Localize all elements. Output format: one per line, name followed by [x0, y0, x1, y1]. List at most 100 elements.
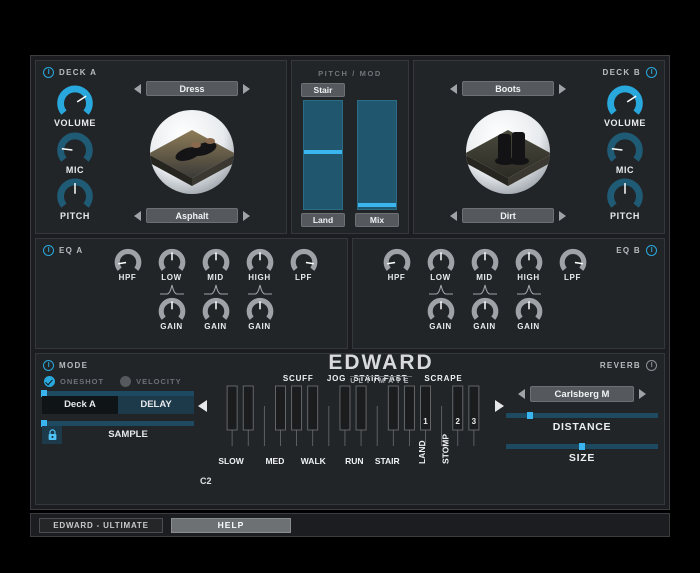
high-knob[interactable]: [245, 247, 275, 272]
oneshot-checkbox[interactable]: [44, 376, 55, 387]
stair-button[interactable]: Stair: [301, 83, 345, 97]
gain-knob[interactable]: [201, 296, 231, 321]
distance-label: DISTANCE: [552, 421, 612, 433]
land-button[interactable]: Land: [301, 213, 345, 227]
prev-surface-icon[interactable]: [450, 210, 457, 221]
gain-knob-label: GAIN: [517, 322, 540, 331]
deck-b-artwork[interactable]: [460, 104, 556, 200]
pitch-mod-lane-1: Stair Land: [301, 83, 345, 227]
gain-knob[interactable]: [514, 296, 544, 321]
bell-curve-icon: [516, 284, 541, 295]
prev-surface-icon[interactable]: [134, 210, 141, 221]
deck-a-preset-value[interactable]: Dress: [146, 81, 238, 96]
eq-a-gain-row: GAIN GAIN GAIN: [109, 283, 323, 331]
pitch-slider-handle[interactable]: [304, 149, 342, 154]
high-knob[interactable]: [514, 247, 544, 272]
pitch-mod-panel: PITCH / MOD Stair Land Mix: [291, 60, 409, 234]
reverb-preset-selector: Carlsberg M: [506, 386, 658, 402]
prev-preset-icon[interactable]: [450, 83, 457, 94]
mic-knob[interactable]: [55, 130, 95, 163]
tab-delay[interactable]: DELAY: [118, 396, 194, 414]
eq-cell-mid: MID: [466, 247, 504, 282]
deck-a-title: DECK A: [59, 68, 98, 77]
hpf-knob-label: HPF: [118, 273, 137, 282]
deck-a-artwork[interactable]: [144, 104, 240, 200]
low-knob-label: LOW: [161, 273, 182, 282]
gain-knob[interactable]: [157, 296, 187, 321]
deck-b-header: DECK B: [603, 67, 657, 78]
mid-knob[interactable]: [470, 247, 500, 272]
deck-b-title: DECK B: [602, 68, 641, 77]
mod-slider[interactable]: [357, 100, 397, 210]
size-slider-handle[interactable]: [579, 443, 585, 450]
next-surface-icon[interactable]: [559, 210, 566, 221]
gain-knob[interactable]: [470, 296, 500, 321]
pitch-knob[interactable]: [605, 176, 645, 209]
mid-knob[interactable]: [201, 247, 231, 272]
deck-a-surface-selector: Asphalt: [134, 208, 250, 223]
hpf-knob[interactable]: [382, 247, 412, 272]
next-preset-icon[interactable]: [243, 83, 250, 94]
velocity-checkbox[interactable]: [120, 376, 132, 387]
lpf-knob[interactable]: [289, 247, 319, 272]
mode-title: MODE: [59, 361, 89, 370]
triangle-left-icon[interactable]: [198, 400, 207, 412]
size-control: SIZE: [506, 443, 658, 464]
hpf-knob[interactable]: [113, 247, 143, 272]
gain-knob[interactable]: [245, 296, 275, 321]
eq-cell-gain: GAIN: [153, 283, 191, 331]
prev-reverb-icon[interactable]: [518, 389, 525, 399]
size-slider[interactable]: [506, 443, 658, 450]
help-button[interactable]: HELP: [171, 517, 291, 533]
size-label: SIZE: [568, 452, 596, 464]
volume-knob[interactable]: [55, 83, 95, 116]
pitch-mod-title: PITCH / MOD: [318, 69, 382, 78]
volume-knob-label: VOLUME: [53, 118, 97, 128]
distance-slider[interactable]: [506, 412, 658, 419]
mix-button[interactable]: Mix: [355, 213, 399, 227]
mode-header: MODE: [43, 360, 88, 371]
eq-cell-gain: GAIN: [466, 283, 504, 331]
oneshot-option[interactable]: ONESHOT: [44, 376, 104, 387]
triangle-right-icon[interactable]: [495, 400, 504, 412]
reverb-controls: Carlsberg M DISTANCE SIZE: [506, 372, 658, 500]
distance-control: DISTANCE: [506, 412, 658, 433]
eq-cell-gain: GAIN: [197, 283, 235, 331]
eq-b-panel: EQ B HPF LOW MID HIGH LPF GAIN GAIN GAIN: [352, 238, 665, 349]
velocity-option[interactable]: VELOCITY: [120, 376, 182, 387]
preset-name-field[interactable]: EDWARD - ULTIMATE: [39, 517, 163, 533]
power-icon[interactable]: [43, 360, 54, 371]
low-knob[interactable]: [426, 247, 456, 272]
deck-b-preset-value[interactable]: Boots: [462, 81, 554, 96]
eq-cell-hpf: HPF: [109, 247, 147, 282]
decks-row: DECK A VOLUME MIC PITCH Dress Asphalt PI…: [31, 56, 669, 238]
lpf-knob-label: LPF: [295, 273, 312, 282]
prev-preset-icon[interactable]: [134, 83, 141, 94]
lock-icon[interactable]: [42, 426, 62, 444]
mod-slider-handle[interactable]: [358, 202, 396, 207]
gain-knob-label: GAIN: [248, 322, 271, 331]
reverb-preset-value[interactable]: Carlsberg M: [530, 386, 634, 402]
next-preset-icon[interactable]: [559, 83, 566, 94]
volume-knob[interactable]: [605, 83, 645, 116]
tab-deck-a[interactable]: Deck A: [42, 396, 118, 414]
next-reverb-icon[interactable]: [639, 389, 646, 399]
deck-a-surface-value[interactable]: Asphalt: [146, 208, 238, 223]
distance-slider-handle[interactable]: [527, 412, 534, 419]
deck-a-body: VOLUME MIC PITCH Dress Asphalt: [36, 61, 286, 233]
power-icon[interactable]: [43, 67, 54, 78]
power-icon[interactable]: [646, 67, 657, 78]
mic-knob[interactable]: [605, 130, 645, 163]
deck-b-surface-value[interactable]: Dirt: [462, 208, 554, 223]
gain-knob[interactable]: [426, 296, 456, 321]
svg-text:STOMP: STOMP: [440, 434, 450, 464]
pitch-slider[interactable]: [303, 100, 343, 210]
pitch-knob[interactable]: [55, 176, 95, 209]
next-surface-icon[interactable]: [243, 210, 250, 221]
trigger-mode-options: ONESHOT VELOCITY: [42, 376, 194, 387]
lpf-knob[interactable]: [558, 247, 588, 272]
mode-left-controls: ONESHOT VELOCITY Deck A DELAY SAMPLE: [40, 372, 194, 500]
power-icon[interactable]: [646, 360, 657, 371]
low-knob[interactable]: [157, 247, 187, 272]
eq-a-panel: EQ A HPF LOW MID HIGH LPF GAIN GAIN GAIN: [35, 238, 348, 349]
